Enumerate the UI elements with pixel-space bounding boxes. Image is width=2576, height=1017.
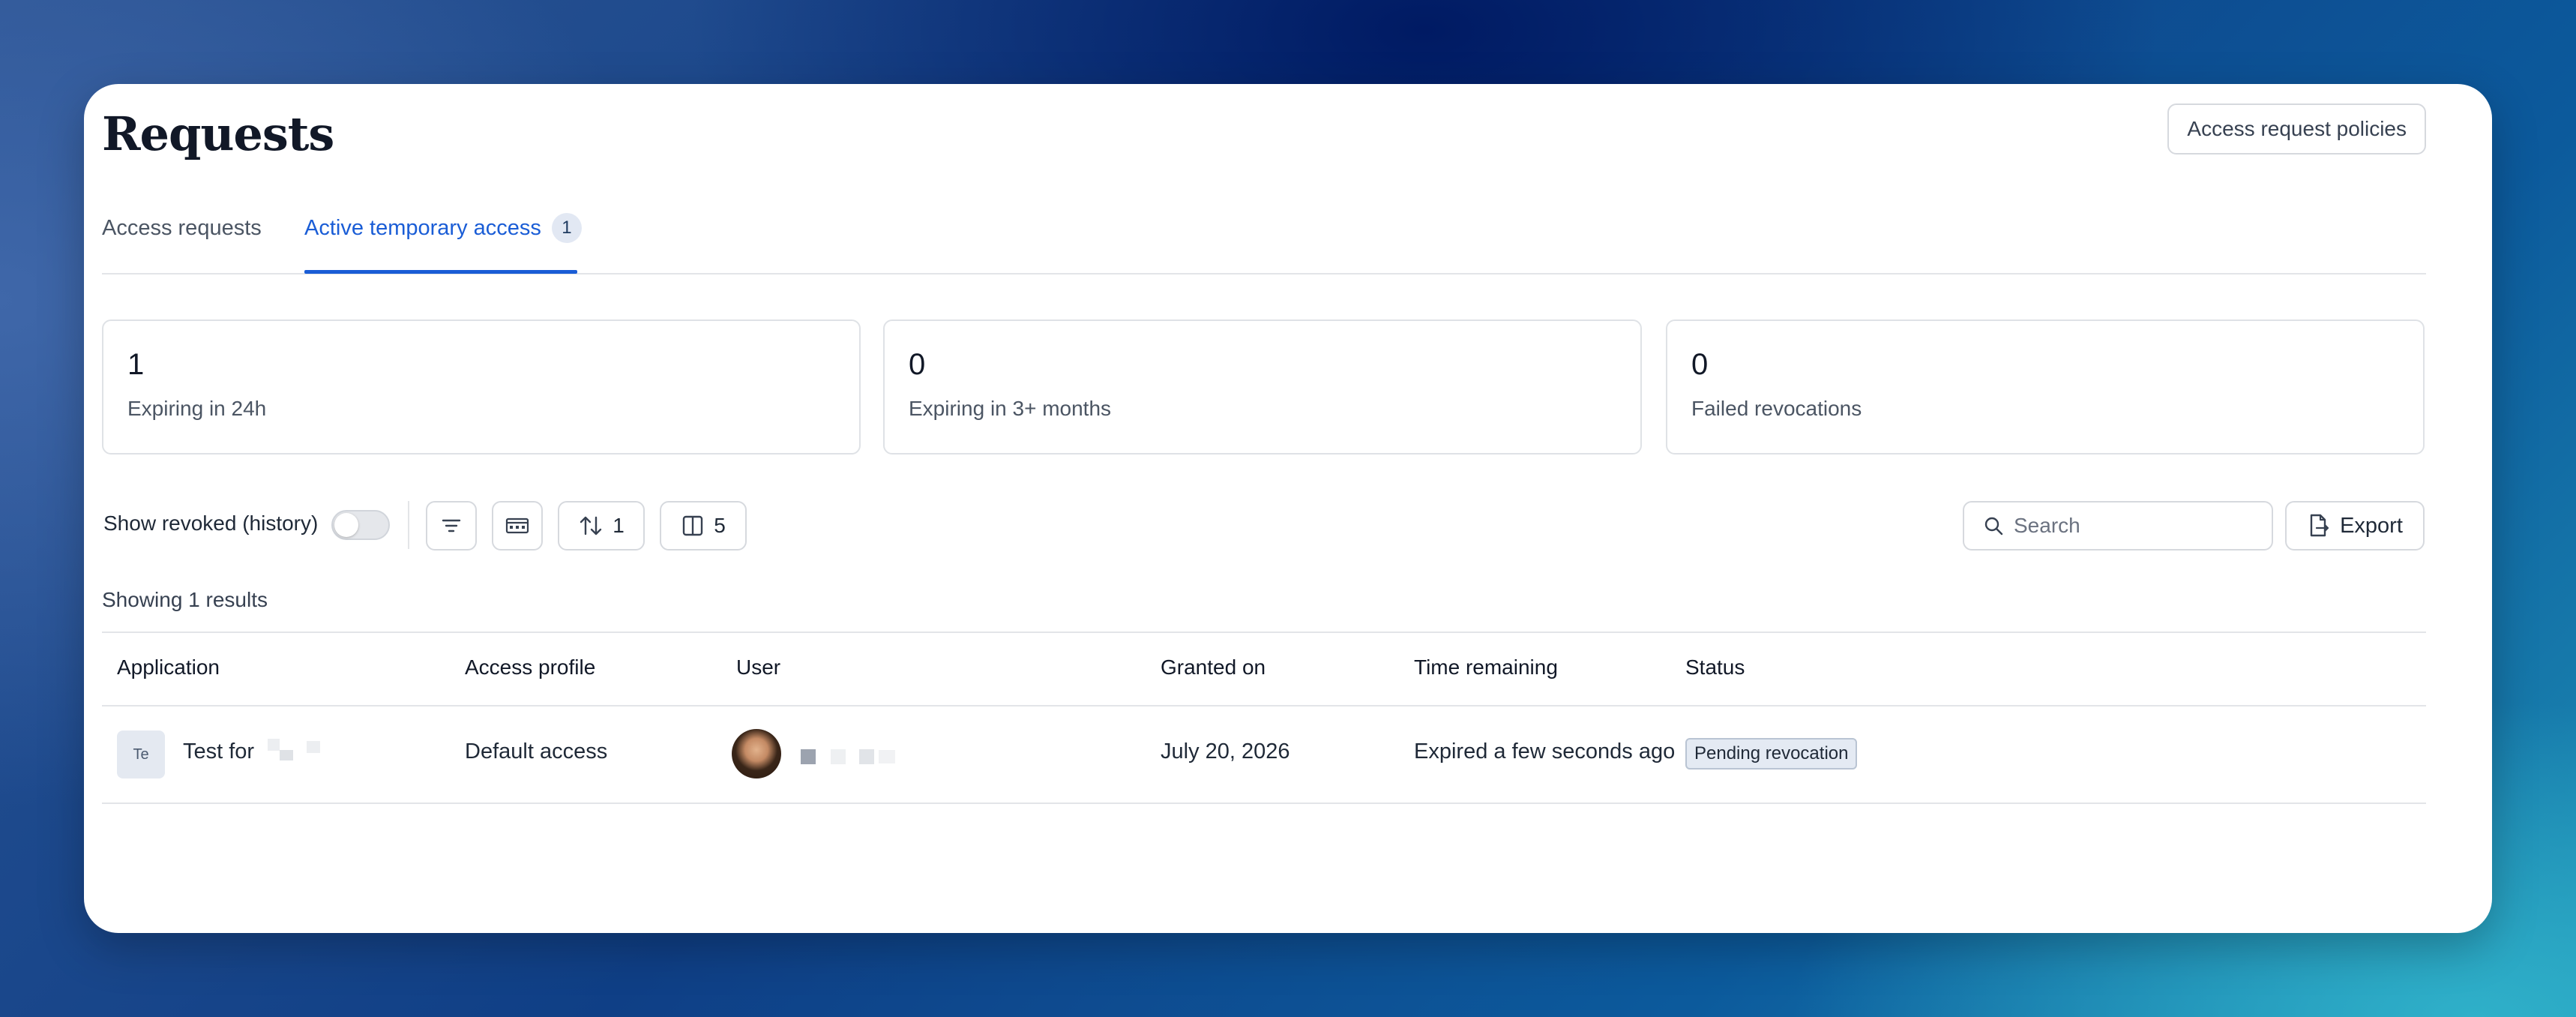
tab-label: Active temporary access [304, 216, 541, 240]
export-label: Export [2340, 513, 2403, 538]
stat-value: 0 [909, 348, 926, 381]
group-icon [505, 518, 529, 534]
columns-button[interactable]: 5 [660, 501, 747, 550]
column-header-access-profile[interactable]: Access profile [465, 656, 595, 680]
export-file-icon [2310, 514, 2329, 537]
stat-label: Failed revocations [1691, 397, 1862, 420]
user-name-redacted [801, 744, 895, 769]
redacted-block [268, 739, 280, 752]
requests-table: Application Access profile User Granted … [102, 632, 2426, 804]
status-badge: Pending revocation [1685, 738, 1858, 770]
redacted-block [831, 749, 846, 765]
search-field[interactable] [1963, 501, 2273, 550]
redacted-block [859, 749, 874, 765]
columns-count: 5 [714, 514, 726, 537]
sort-button[interactable]: 1 [558, 501, 645, 550]
column-header-user[interactable]: User [736, 656, 780, 680]
redacted-block [879, 750, 895, 764]
filter-button[interactable] [426, 501, 477, 550]
stat-label: Expiring in 3+ months [909, 397, 1112, 420]
redacted-block [307, 741, 321, 754]
table-row[interactable]: Te Test for Default access July 20, 2026… [102, 706, 2426, 804]
app-icon: Te [117, 730, 165, 778]
show-revoked-label: Show revoked (history) [103, 512, 319, 535]
sort-icon [580, 516, 602, 536]
redacted-block [280, 750, 294, 761]
stat-value: 0 [1691, 348, 1709, 381]
time-remaining-cell: Expired a few seconds ago [1414, 740, 1676, 764]
access-profile-cell: Default access [465, 740, 608, 764]
table-header: Application Access profile User Granted … [102, 632, 2426, 706]
stat-card-failed-revocations: 0 Failed revocations [1666, 320, 2425, 454]
stat-card-expiring-24h: 1 Expiring in 24h [102, 320, 861, 454]
column-header-application[interactable]: Application [117, 656, 220, 680]
application-cell: Test for [183, 739, 321, 764]
group-button[interactable] [492, 501, 543, 550]
redacted-block [801, 749, 816, 765]
stat-label: Expiring in 24h [127, 397, 267, 420]
toggle-knob [334, 513, 358, 537]
sort-count: 1 [613, 514, 625, 537]
tab-access-requests[interactable]: Access requests [102, 216, 262, 274]
stat-card-expiring-3-months: 0 Expiring in 3+ months [883, 320, 1642, 454]
application-name: Test for [183, 740, 255, 764]
show-revoked-toggle[interactable] [331, 510, 390, 540]
column-header-time-remaining[interactable]: Time remaining [1414, 656, 1558, 680]
search-input[interactable] [2014, 514, 2254, 538]
tab-label: Access requests [102, 216, 262, 240]
column-header-granted-on[interactable]: Granted on [1161, 656, 1266, 680]
user-avatar [732, 729, 781, 778]
requests-panel: Requests Access request policies Access … [84, 84, 2492, 933]
tab-active-temporary-access[interactable]: Active temporary access 1 [304, 213, 582, 274]
granted-on-cell: July 20, 2026 [1161, 740, 1290, 764]
stat-value: 1 [127, 348, 145, 381]
column-header-status[interactable]: Status [1685, 656, 1745, 680]
export-button[interactable]: Export [2285, 501, 2425, 550]
access-request-policies-button[interactable]: Access request policies [2167, 104, 2426, 154]
page-title: Requests [102, 106, 334, 161]
results-count: Showing 1 results [102, 588, 268, 611]
search-icon [1984, 517, 2003, 536]
columns-icon [683, 515, 703, 536]
active-tab-indicator [304, 270, 577, 274]
filter-icon [442, 519, 461, 532]
toolbar-divider [408, 501, 409, 549]
tab-count-badge: 1 [551, 213, 582, 243]
